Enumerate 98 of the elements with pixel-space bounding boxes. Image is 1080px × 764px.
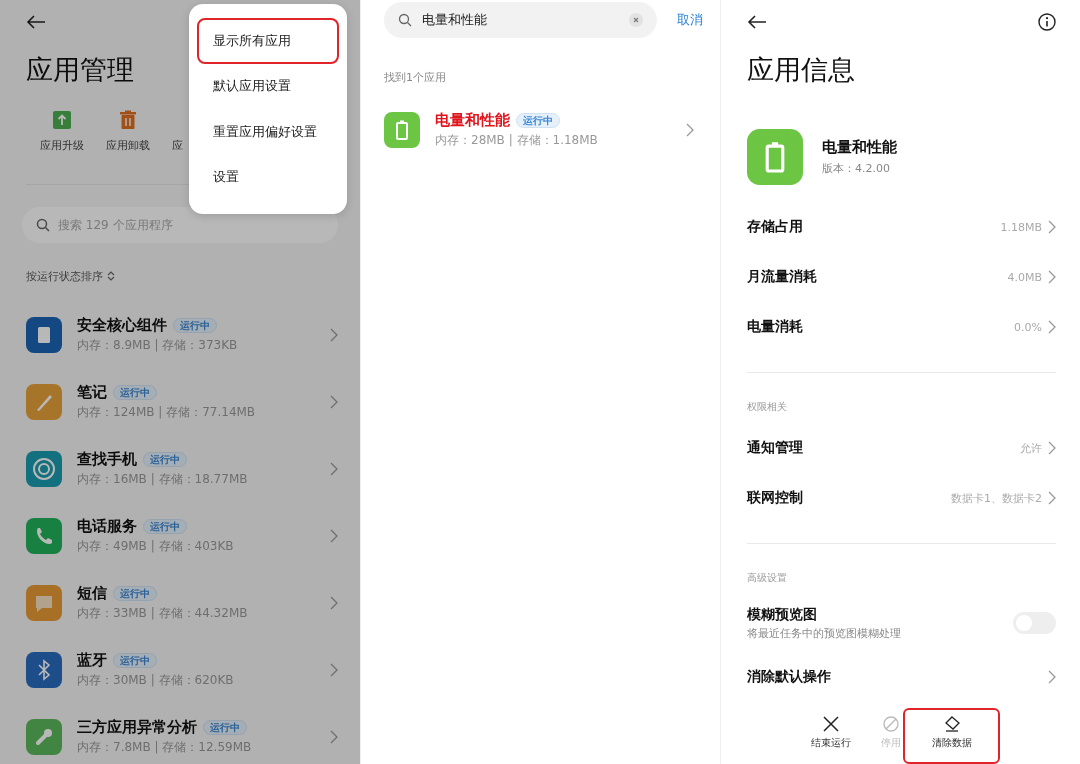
setting-value: 4.0MB (1007, 270, 1042, 284)
app-usage: 内存：28MB | 存储：1.18MB (435, 131, 599, 149)
close-icon (823, 716, 839, 732)
setting-label[interactable]: 存储占用 (747, 218, 995, 236)
app-usage: 内存：49MB | 存储：403KB (77, 537, 235, 555)
phone-icon (26, 316, 62, 353)
block-icon (883, 716, 899, 732)
menu-item[interactable]: 设置 (197, 154, 339, 200)
app-usage: 内存：33MB | 存储：44.32MB (77, 604, 249, 622)
battery-icon (384, 111, 420, 148)
chevron-icon (330, 595, 338, 610)
app-name: 电话服务 (77, 516, 137, 535)
app-name: 电量和性能 (822, 138, 897, 157)
setting-label[interactable]: 月流量消耗 (747, 268, 1002, 286)
handset-icon (26, 517, 62, 554)
app-usage: 内存：16MB | 存储：18.77MB (77, 470, 249, 488)
app-usage: 内存：8.9MB | 存储：373KB (77, 336, 239, 354)
setting-value: 允许 (1020, 440, 1042, 456)
tool-label[interactable]: 应 (172, 138, 183, 153)
bluetooth-icon (26, 651, 62, 688)
back-icon[interactable] (26, 15, 46, 29)
cancel-link[interactable]: 取消 (677, 11, 703, 29)
chevron-icon (1048, 491, 1056, 505)
status-badge: 运行中 (143, 518, 187, 534)
app-list-item[interactable]: 短信 运行中 内存：33MB | 存储：44.32MB (26, 569, 338, 636)
setting-value: 1.18MB (1000, 220, 1042, 234)
upload-icon[interactable] (52, 110, 72, 130)
setting-label[interactable]: 通知管理 (747, 439, 1014, 457)
tool-label[interactable]: 应用升级 (40, 138, 84, 153)
setting-label[interactable]: 联网控制 (747, 489, 945, 507)
menu-item[interactable]: 重置应用偏好设置 (197, 109, 339, 155)
section-header: 权限相关 (747, 400, 788, 414)
action-button[interactable]: 清除数据 (903, 708, 1000, 764)
app-list-item[interactable]: 查找手机 运行中 内存：16MB | 存储：18.77MB (26, 435, 338, 502)
chevron-icon (686, 122, 694, 137)
status-badge: 运行中 (173, 317, 217, 333)
app-usage: 内存：7.8MB | 存储：12.59MB (77, 738, 253, 756)
app-list-item[interactable]: 安全核心组件 运行中 内存：8.9MB | 存储：373KB (26, 301, 338, 368)
app-usage: 内存：30MB | 存储：620KB (77, 671, 235, 689)
app-list-item[interactable]: 三方应用异常分析 运行中 内存：7.8MB | 存储：12.59MB (26, 703, 338, 764)
page-title: 应用信息 (747, 53, 856, 87)
section-header: 高级设置 (747, 571, 788, 585)
status-badge: 运行中 (143, 451, 187, 467)
sort-icon[interactable] (107, 271, 115, 281)
target-icon (26, 450, 62, 487)
chevron-icon (330, 662, 338, 677)
app-name: 安全核心组件 (77, 315, 167, 334)
app-name: 三方应用异常分析 (77, 717, 197, 736)
app-usage: 内存：124MB | 存储：77.14MB (77, 403, 257, 421)
chevron-icon (1048, 320, 1056, 334)
app-name: 短信 (77, 583, 107, 602)
search-icon (36, 218, 50, 232)
app-list-item[interactable]: 电量和性能 运行中 内存：28MB | 存储：1.18MB (384, 96, 704, 163)
setting-value: 数据卡1、数据卡2 (951, 490, 1042, 506)
action-button[interactable]: 结束运行 (801, 708, 861, 764)
setting-value: 0.0% (1014, 320, 1042, 334)
app-list-item[interactable]: 蓝牙 运行中 内存：30MB | 存储：620KB (26, 636, 338, 703)
info-icon[interactable] (1038, 13, 1056, 31)
trash-icon[interactable] (118, 110, 138, 130)
chevron-icon (330, 327, 338, 342)
status-badge: 运行中 (113, 652, 157, 668)
chevron-icon (330, 394, 338, 409)
speech-bubble-icon (26, 584, 62, 621)
app-version: 版本：4.2.00 (822, 161, 891, 176)
clear-icon[interactable] (629, 13, 643, 27)
menu-item[interactable]: 默认应用设置 (197, 63, 339, 109)
app-list-item[interactable]: 电话服务 运行中 内存：49MB | 存储：403KB (26, 502, 338, 569)
app-list-item[interactable]: 笔记 运行中 内存：124MB | 存储：77.14MB (26, 368, 338, 435)
status-badge: 运行中 (203, 719, 247, 735)
setting-label: 模糊预览图 (747, 605, 818, 624)
chevron-icon (1048, 270, 1056, 284)
setting-label[interactable]: 电量消耗 (747, 318, 1009, 336)
setting-description: 将最近任务中的预览图模糊处理 (747, 625, 902, 641)
result-count: 找到1个应用 (384, 70, 447, 86)
chevron-icon (1048, 670, 1056, 684)
sort-label[interactable]: 按运行状态排序 (26, 268, 103, 284)
back-icon[interactable] (747, 15, 767, 29)
battery-icon (747, 129, 803, 185)
status-badge: 运行中 (113, 384, 157, 400)
app-name: 蓝牙 (77, 650, 107, 669)
status-badge: 运行中 (516, 112, 560, 128)
chevron-icon (1048, 220, 1056, 234)
tool-label[interactable]: 应用卸载 (106, 138, 150, 153)
search-field[interactable]: 电量和性能 (384, 2, 657, 38)
app-name: 查找手机 (77, 449, 137, 468)
chevron-icon (330, 461, 338, 476)
chevron-icon (330, 528, 338, 543)
chevron-icon (330, 729, 338, 744)
page-title: 应用管理 (26, 53, 134, 87)
menu-item[interactable]: 显示所有应用 (197, 18, 339, 64)
wrench-icon (26, 718, 62, 755)
search-icon (398, 13, 412, 27)
setting-label[interactable]: 消除默认操作 (747, 668, 1042, 686)
app-name: 电量和性能 (435, 110, 510, 129)
chevron-icon (1048, 441, 1056, 455)
app-name: 笔记 (77, 382, 107, 401)
status-badge: 运行中 (113, 585, 157, 601)
pencil-icon (26, 383, 62, 420)
